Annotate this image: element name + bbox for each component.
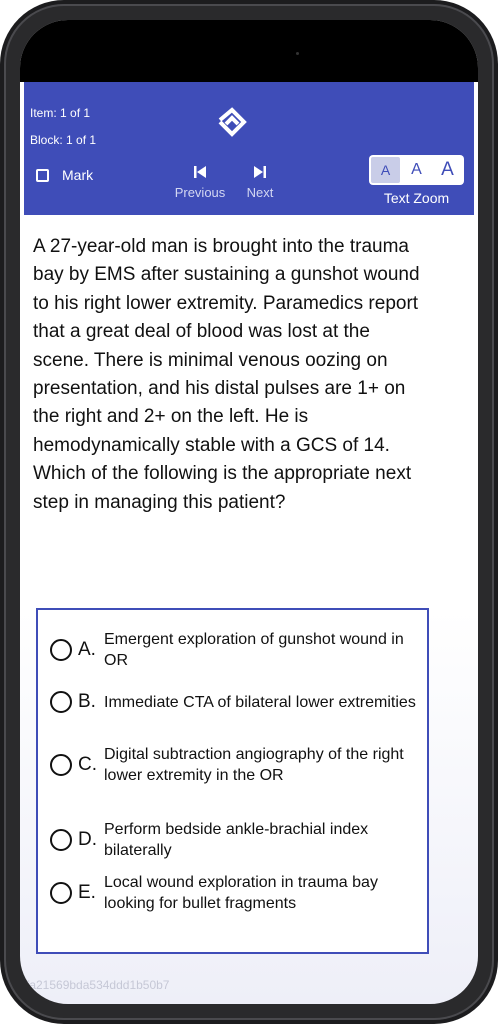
block-counter: Block: 1 of 1 [30,133,97,147]
answer-option-e[interactable]: E. Local wound exploration in trauma bay… [50,872,420,914]
answer-letter: B. [78,691,96,712]
answer-choices: A. Emergent exploration of gunshot wound… [36,608,429,954]
radio-icon[interactable] [50,882,72,904]
answer-text: Digital subtraction angiography of the r… [104,746,404,784]
answer-text: Emergent exploration of gunshot wound in… [104,631,404,669]
answer-option-c[interactable]: C. Digital subtraction angiography of th… [50,744,420,786]
header-bar: Item: 1 of 1 Block: 1 of 1 Mark Previous… [24,82,474,215]
phone-frame: Item: 1 of 1 Block: 1 of 1 Mark Previous… [0,0,498,1024]
answer-option-d[interactable]: D. Perform bedside ankle-brachial index … [50,819,420,861]
answer-text: Immediate CTA of bilateral lower extremi… [104,693,416,711]
answer-option-a[interactable]: A. Emergent exploration of gunshot wound… [50,629,420,671]
answer-option-b[interactable]: B. Immediate CTA of bilateral lower extr… [50,691,420,713]
camera-dot [296,52,299,55]
next-icon [254,166,266,178]
screen: Item: 1 of 1 Block: 1 of 1 Mark Previous… [20,20,478,1004]
answer-letter: C. [78,754,97,775]
radio-icon[interactable] [50,639,72,661]
checkbox-icon[interactable] [36,168,49,182]
previous-label: Previous [174,185,226,200]
answer-text: Local wound exploration in trauma bay lo… [104,874,378,912]
radio-icon[interactable] [50,829,72,851]
next-button[interactable]: Next [240,164,280,200]
answer-letter: A. [78,639,96,660]
answer-text: Perform bedside ankle-brachial index bil… [104,821,369,859]
answer-letter: E. [78,882,96,903]
radio-icon[interactable] [50,691,72,713]
item-counter: Item: 1 of 1 [30,106,91,120]
zoom-button-group: A A A [369,155,464,185]
previous-button[interactable]: Previous [170,164,230,200]
text-zoom-control: A A A Text Zoom [369,155,464,206]
status-area [20,20,478,82]
app-logo-icon [218,107,247,137]
zoom-label: Text Zoom [383,190,450,206]
next-label: Next [246,185,274,200]
moon-icon[interactable] [432,100,456,124]
question-stem: A 27-year-old man is brought into the tr… [33,236,420,513]
zoom-small-button[interactable]: A [371,157,400,183]
answer-letter: D. [78,829,97,850]
question-id: fa21569bda534ddd1b50b7 [26,978,170,992]
mark-label: Mark [62,167,94,183]
radio-icon[interactable] [50,754,72,776]
mark-toggle[interactable]: Mark [36,167,93,183]
zoom-medium-button[interactable]: A [402,157,431,183]
previous-icon [194,166,206,178]
zoom-large-button[interactable]: A [433,157,462,183]
